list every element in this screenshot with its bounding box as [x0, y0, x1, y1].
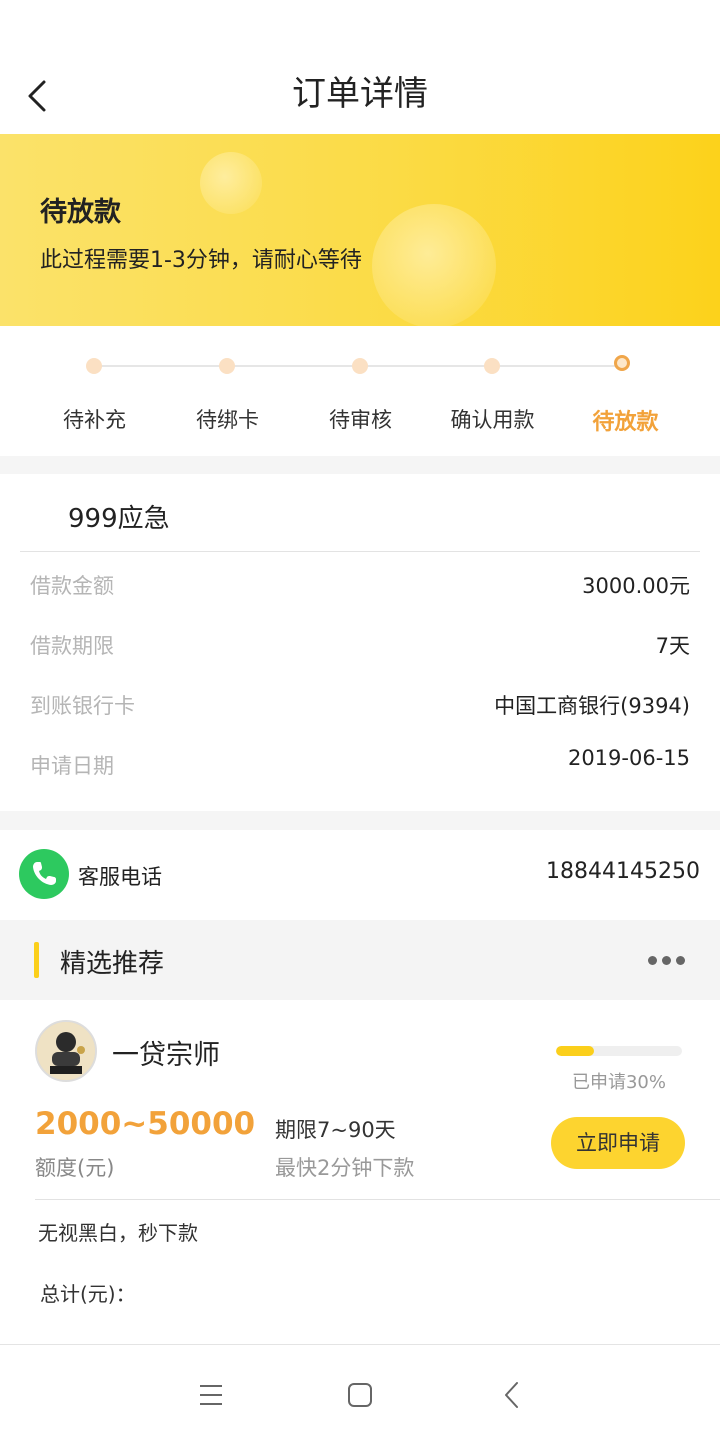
more-icon[interactable]	[648, 956, 688, 966]
system-nav-bar	[0, 1344, 720, 1440]
info-key: 申请日期	[30, 754, 114, 778]
loan-term: 期限7~90天	[275, 1118, 396, 1142]
step-3: 待审核	[294, 326, 427, 456]
info-row-term: 借款期限 7天	[0, 630, 720, 670]
system-back-button[interactable]	[492, 1375, 532, 1415]
customer-service-row[interactable]: 客服电话 18844145250	[0, 830, 720, 920]
home-button[interactable]	[340, 1375, 380, 1415]
phone-icon	[19, 849, 69, 899]
service-phone-number[interactable]: 18844145250	[546, 859, 700, 884]
recommend-header: 精选推荐	[0, 920, 720, 1000]
lender-slogan: 无视黑白，秒下款	[38, 1221, 198, 1245]
step-dot	[219, 358, 235, 374]
lender-avatar	[35, 1020, 97, 1082]
info-key: 借款期限	[30, 634, 114, 658]
info-row-date: 申请日期 2019-06-15	[0, 746, 720, 788]
lender-card[interactable]: 一贷宗师 已申请30% 2000~50000 额度(元) 期限7~90天 最快2…	[0, 1000, 720, 1344]
status-description: 此过程需要1-3分钟，请耐心等待	[40, 248, 362, 273]
step-dot	[86, 358, 102, 374]
step-5-current: 待放款	[559, 326, 692, 456]
step-label: 待补充	[63, 408, 126, 432]
section-gap	[0, 811, 720, 830]
apply-now-button[interactable]: 立即申请	[551, 1117, 685, 1169]
service-label: 客服电话	[78, 865, 162, 889]
menu-icon	[200, 1385, 222, 1405]
apply-progress-bar	[556, 1046, 682, 1056]
status-banner: 待放款 此过程需要1-3分钟，请耐心等待	[0, 134, 720, 326]
home-square-icon	[348, 1383, 372, 1407]
step-dot-active	[614, 355, 630, 371]
order-steps: 待补充 待绑卡 待审核 确认用款 待放款	[0, 326, 720, 456]
loan-amount-range: 2000~50000	[35, 1106, 256, 1142]
step-dot	[484, 358, 500, 374]
lender-name: 一贷宗师	[112, 1040, 220, 1071]
product-name: 999应急	[68, 504, 170, 534]
info-value: 7天	[655, 634, 690, 658]
page-title: 订单详情	[292, 74, 428, 114]
loan-speed: 最快2分钟下款	[275, 1156, 415, 1180]
step-4: 确认用款	[426, 326, 559, 456]
divider	[20, 551, 700, 552]
total-label: 总计(元)：	[40, 1282, 136, 1306]
info-value: 中国工商银行(9394)	[494, 694, 690, 718]
info-value: 3000.00元	[582, 574, 690, 598]
amount-label: 额度(元)	[35, 1156, 115, 1180]
app-header: 订单详情	[0, 0, 720, 134]
step-label: 待绑卡	[196, 408, 259, 432]
step-1: 待补充	[28, 326, 161, 456]
info-row-bank-card: 到账银行卡 中国工商银行(9394)	[0, 690, 720, 730]
info-value: 2019-06-15	[567, 746, 690, 770]
step-dot	[352, 358, 368, 374]
recommend-title: 精选推荐	[60, 949, 165, 979]
progress-text: 已申请30%	[571, 1072, 666, 1093]
divider	[35, 1199, 720, 1200]
status-title: 待放款	[40, 197, 121, 228]
menu-button[interactable]	[191, 1375, 231, 1415]
decor-bubble	[372, 204, 496, 326]
step-label: 确认用款	[450, 408, 535, 432]
info-row-amount: 借款金额 3000.00元	[0, 570, 720, 610]
step-label-active: 待放款	[592, 410, 659, 435]
step-2: 待绑卡	[161, 326, 294, 456]
section-gap	[0, 456, 720, 474]
triangle-back-icon	[505, 1382, 518, 1408]
accent-bar	[34, 942, 39, 978]
info-key: 借款金额	[30, 574, 114, 598]
step-label: 待审核	[329, 408, 392, 432]
info-key: 到账银行卡	[30, 694, 135, 718]
order-info-card: 999应急 借款金额 3000.00元 借款期限 7天 到账银行卡 中国工商银行…	[0, 474, 720, 811]
decor-bubble	[200, 152, 262, 214]
progress-fill	[556, 1046, 594, 1056]
